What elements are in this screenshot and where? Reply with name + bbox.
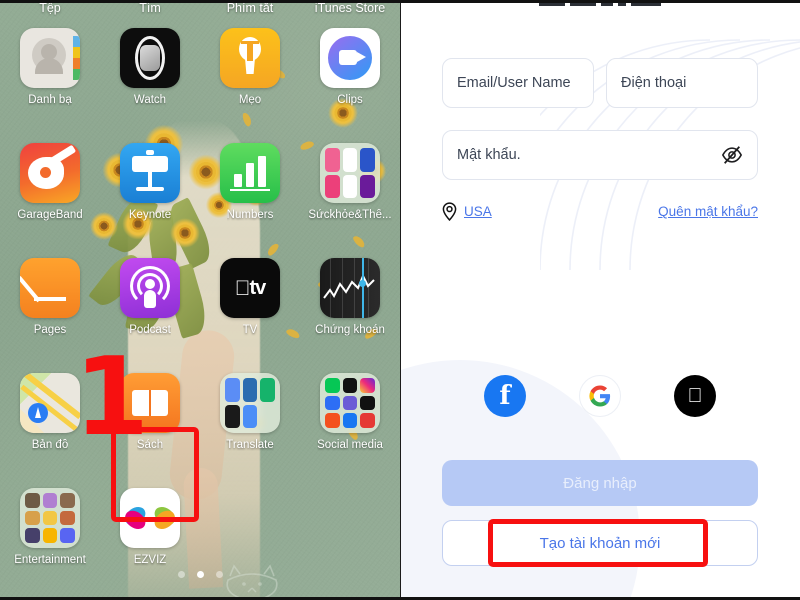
apple-icon:  — [688, 386, 703, 406]
app-label: Bản đồ — [31, 439, 69, 451]
forgot-password-link[interactable]: Quên mật khẩu? — [658, 204, 758, 219]
tv-text: tv — [242, 276, 266, 299]
app-icon-tv[interactable]: tv TV — [200, 254, 300, 369]
app-label: Social media — [317, 439, 383, 451]
pages-icon — [20, 258, 80, 318]
app-icon-social-folder[interactable]: Social media — [300, 369, 400, 484]
watch-icon — [120, 28, 180, 88]
email-username-field[interactable]: Email/User Name — [442, 58, 594, 108]
ios-home-screen: Tệp Tìm Phím tắt iTunes Store Danh bạ Wa… — [0, 0, 400, 600]
apple-login-button[interactable]:  — [674, 375, 716, 417]
facebook-icon: f — [499, 381, 511, 411]
screenshot-root: Tệp Tìm Phím tắt iTunes Store Danh bạ Wa… — [0, 0, 800, 600]
google-login-button[interactable] — [579, 375, 621, 417]
location-pin-icon — [442, 202, 457, 221]
entertainment-folder-icon — [20, 488, 80, 548]
top-row-labels: Tệp Tìm Phím tắt iTunes Store — [0, 0, 400, 20]
podcast-icon — [120, 258, 180, 318]
app-grid: Danh bạ Watch Mẹo Clips GarageBand Keyno… — [0, 24, 400, 599]
maps-icon — [20, 373, 80, 433]
stocks-icon — [320, 258, 380, 318]
password-field[interactable]: Mật khẩu. — [442, 130, 758, 180]
google-icon — [589, 385, 611, 407]
numbers-icon — [220, 143, 280, 203]
app-icon-health-folder[interactable]: Sứckhỏe&Thể... — [300, 139, 400, 254]
top-frame-bar — [0, 0, 800, 3]
clips-icon — [320, 28, 380, 88]
account-field-row: Email/User Name Điện thoại — [442, 58, 758, 108]
top-label-tep: Tệp — [39, 1, 61, 15]
app-label: Numbers — [226, 209, 274, 221]
page-dot-1[interactable] — [177, 571, 185, 578]
top-label-itunes-store: iTunes Store — [314, 1, 386, 15]
panel-divider — [400, 0, 401, 600]
phone-placeholder: Điện thoại — [621, 75, 687, 91]
phone-field[interactable]: Điện thoại — [606, 58, 758, 108]
appletv-icon: tv — [220, 258, 280, 318]
annotation-step-1: 1 — [74, 335, 150, 460]
app-label: Sứckhỏe&Thể... — [308, 209, 392, 221]
app-label: Watch — [133, 94, 167, 106]
keynote-icon — [120, 143, 180, 203]
app-icon-numbers[interactable]: Numbers — [200, 139, 300, 254]
social-folder-icon — [320, 373, 380, 433]
social-login-row: f  — [400, 375, 800, 417]
app-icon-danh-ba[interactable]: Danh bạ — [0, 24, 100, 139]
app-label: Pages — [33, 324, 67, 336]
tips-icon — [220, 28, 280, 88]
page-indicator[interactable] — [0, 571, 400, 578]
region-selector[interactable]: USA — [442, 202, 492, 221]
app-label: TV — [242, 324, 258, 336]
translate-folder-icon — [220, 373, 280, 433]
login-form: Email/User Name Điện thoại Mật khẩu. USA… — [442, 58, 758, 221]
facebook-login-button[interactable]: f — [484, 375, 526, 417]
app-label: Clips — [337, 94, 363, 106]
app-icon-meo[interactable]: Mẹo — [200, 24, 300, 139]
app-label: EZVIZ — [133, 554, 167, 566]
password-placeholder: Mật khẩu. — [457, 147, 521, 163]
form-links-row: USA Quên mật khẩu? — [442, 202, 758, 221]
top-label-tim: Tìm — [139, 1, 161, 15]
app-icon-translate-folder[interactable]: Translate — [200, 369, 300, 484]
page-dot-3[interactable] — [215, 571, 223, 578]
sign-in-button[interactable]: Đăng nhập — [442, 460, 758, 506]
app-icon-clips[interactable]: Clips — [300, 24, 400, 139]
app-label: Chứng khoán — [315, 324, 385, 336]
ezviz-login-screen: Email/User Name Điện thoại Mật khẩu. USA… — [400, 0, 800, 600]
top-label-phim-tat: Phím tắt — [226, 1, 274, 15]
contacts-icon — [20, 28, 80, 88]
app-icon-keynote[interactable]: Keynote — [100, 139, 200, 254]
app-label: Translate — [226, 439, 274, 451]
region-label[interactable]: USA — [464, 204, 492, 219]
health-folder-icon — [320, 143, 380, 203]
app-icon-entertainment-folder[interactable]: Entertainment — [0, 484, 100, 599]
garageband-icon — [20, 143, 80, 203]
app-label: GarageBand — [17, 209, 83, 221]
highlight-box-create-account — [488, 519, 708, 567]
app-label: Keynote — [128, 209, 172, 221]
email-username-placeholder: Email/User Name — [457, 75, 571, 91]
app-icon-garageband[interactable]: GarageBand — [0, 139, 100, 254]
app-icon-chung-khoan[interactable]: Chứng khoán — [300, 254, 400, 369]
app-label: Danh bạ — [28, 94, 72, 106]
app-icon-watch[interactable]: Watch — [100, 24, 200, 139]
page-dot-2[interactable] — [196, 571, 204, 578]
app-label: Entertainment — [14, 554, 86, 566]
app-label: Mẹo — [238, 94, 262, 106]
eye-off-icon[interactable] — [721, 144, 743, 166]
